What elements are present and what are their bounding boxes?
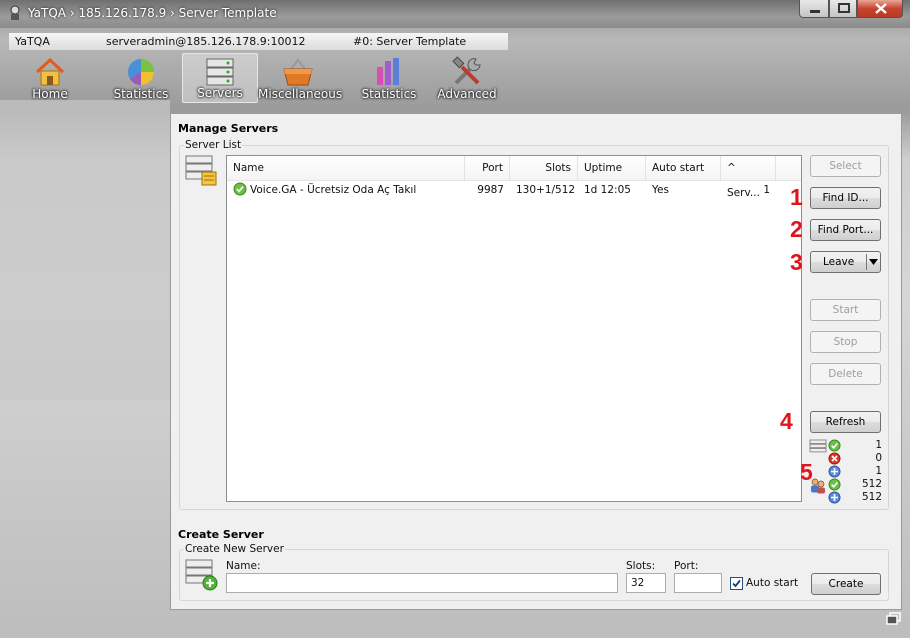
chevron-down-icon[interactable] bbox=[868, 258, 879, 266]
start-button[interactable]: Start bbox=[810, 299, 881, 321]
delete-button[interactable]: Delete bbox=[810, 363, 881, 385]
window-title: YaTQA › 185.126.178.9 › Server Template bbox=[28, 6, 277, 20]
stop-button[interactable]: Stop bbox=[810, 331, 881, 353]
toolbar-label: Home bbox=[32, 87, 68, 101]
table-header: Name Port Slots Uptime Auto start ^ Serv… bbox=[227, 156, 801, 199]
cell-name: Voice.GA - Ücretsiz Oda Aç Takıl bbox=[250, 184, 417, 196]
title-bar: YaTQA › 185.126.178.9 › Server Template bbox=[0, 0, 910, 28]
find-port-button[interactable]: Find Port... bbox=[810, 219, 881, 241]
cell-port: 9987 bbox=[477, 184, 504, 196]
add-server-icon bbox=[185, 559, 218, 591]
users-icon bbox=[811, 478, 825, 494]
server-table[interactable]: Name Port Slots Uptime Auto start ^ Serv… bbox=[226, 155, 802, 502]
toolbar-label: Servers bbox=[197, 86, 243, 100]
bar-chart-icon bbox=[377, 58, 399, 85]
slots-input[interactable]: 32 bbox=[626, 573, 666, 593]
column-header-serv[interactable]: ^ Serv... bbox=[721, 156, 776, 199]
home-icon bbox=[35, 57, 65, 86]
column-header-name[interactable]: Name bbox=[227, 156, 465, 180]
annotation-1: 1 bbox=[790, 184, 803, 210]
toolbar-servers[interactable]: Servers bbox=[182, 53, 258, 103]
breadcrumb-item-server[interactable]: #0: Server Template bbox=[345, 33, 508, 50]
offline-icon bbox=[828, 452, 841, 465]
breadcrumb-item-root[interactable]: YaTQA bbox=[9, 33, 99, 50]
app-icon bbox=[10, 5, 20, 20]
tools-icon bbox=[452, 56, 481, 85]
stat-users-online: 512 bbox=[861, 478, 882, 490]
manage-servers-title: Manage Servers bbox=[178, 122, 279, 135]
find-id-button[interactable]: Find ID... bbox=[810, 187, 881, 209]
toolbar-statistics[interactable]: Statistics bbox=[110, 53, 172, 103]
server-name-input[interactable] bbox=[226, 573, 618, 593]
annotation-4: 4 bbox=[780, 408, 793, 434]
toolbar-home[interactable]: Home bbox=[19, 53, 81, 103]
annotation-3: 3 bbox=[790, 249, 803, 275]
stat-users-total: 512 bbox=[861, 491, 882, 503]
users-total-icon bbox=[828, 491, 841, 504]
close-icon bbox=[875, 3, 887, 14]
column-header-slots[interactable]: Slots bbox=[510, 156, 578, 180]
breadcrumb-item-connection[interactable]: serveradmin@185.126.178.9:10012 bbox=[98, 33, 345, 50]
server-count-icon bbox=[809, 439, 827, 453]
minimize-button[interactable] bbox=[799, 0, 829, 18]
leave-split-button[interactable]: Leave bbox=[810, 251, 881, 273]
toolbar-statistics-2[interactable]: Statistics bbox=[358, 53, 420, 103]
column-header-port[interactable]: Port bbox=[465, 156, 510, 180]
toolbar-advanced[interactable]: Advanced bbox=[436, 53, 498, 103]
toolbar-label: Advanced bbox=[437, 87, 497, 101]
server-rack-icon bbox=[206, 58, 234, 86]
minimize-icon bbox=[810, 10, 820, 13]
autostart-label[interactable]: Auto start bbox=[746, 577, 798, 589]
stat-offline-count: 0 bbox=[875, 452, 882, 464]
restore-window-icon[interactable] bbox=[886, 612, 902, 626]
server-list-icon bbox=[185, 155, 217, 186]
close-button[interactable] bbox=[857, 0, 903, 18]
basket-icon bbox=[283, 58, 313, 86]
port-input[interactable] bbox=[674, 573, 722, 593]
stat-online-count: 1 bbox=[875, 439, 882, 451]
toolbar-label: Statistics bbox=[113, 87, 169, 101]
create-server-label: Create New Server bbox=[184, 543, 285, 555]
server-list-label: Server List bbox=[184, 139, 243, 151]
autostart-checkbox[interactable] bbox=[730, 577, 743, 590]
port-label: Port: bbox=[674, 560, 699, 572]
column-header-autostart[interactable]: Auto start bbox=[646, 156, 721, 180]
pie-chart-icon bbox=[128, 59, 154, 86]
cell-uptime: 1d 12:05 bbox=[584, 184, 631, 196]
maximize-button[interactable] bbox=[829, 0, 857, 18]
online-icon bbox=[828, 439, 841, 452]
column-header-extra bbox=[776, 156, 801, 180]
toolbar-label: Miscellaneous bbox=[258, 87, 343, 101]
select-button[interactable]: Select bbox=[810, 155, 881, 177]
maximize-icon bbox=[838, 3, 850, 13]
name-label: Name: bbox=[226, 560, 261, 572]
toolbar-label: Statistics bbox=[361, 87, 417, 101]
cell-autostart: Yes bbox=[652, 184, 669, 196]
cell-slots: 130+1/512 bbox=[516, 184, 576, 196]
background-blur bbox=[0, 100, 170, 400]
create-server-title: Create Server bbox=[178, 528, 264, 541]
total-icon bbox=[828, 465, 841, 478]
toolbar-miscellaneous[interactable]: Miscellaneous bbox=[258, 53, 343, 103]
slots-label: Slots: bbox=[626, 560, 656, 572]
cell-serv: 1 bbox=[763, 184, 770, 196]
users-online-icon bbox=[828, 478, 841, 491]
checkmark-icon bbox=[732, 579, 741, 588]
stat-total-count: 1 bbox=[875, 465, 882, 477]
column-header-uptime[interactable]: Uptime bbox=[578, 156, 646, 180]
leave-button-label: Leave bbox=[823, 256, 855, 268]
annotation-2: 2 bbox=[790, 216, 803, 242]
split-divider bbox=[866, 254, 867, 270]
create-button[interactable]: Create bbox=[811, 573, 881, 595]
refresh-button[interactable]: Refresh bbox=[810, 411, 881, 433]
